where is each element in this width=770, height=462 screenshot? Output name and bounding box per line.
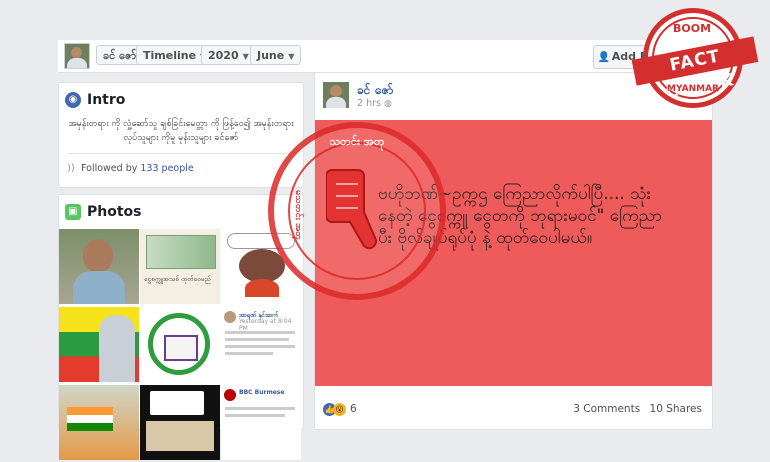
reaction-count[interactable]: 6 <box>350 403 357 415</box>
divider <box>67 153 295 154</box>
photos-heading-label: Photos <box>87 204 142 220</box>
add-person-icon: 👤 <box>597 52 611 63</box>
shares-link[interactable]: 10 Shares <box>650 403 702 415</box>
year-dropdown[interactable]: 2020 ▼ <box>201 45 256 65</box>
caret-down-icon: ▼ <box>242 52 249 61</box>
followed-prefix: Followed by <box>81 163 138 174</box>
photo-thumbnail-flag[interactable] <box>59 307 139 382</box>
ballot-box-image <box>164 335 198 361</box>
caret-down-icon: ▼ <box>288 52 295 61</box>
public-globe-icon: ◍ <box>383 99 392 109</box>
text-line <box>225 338 289 341</box>
intro-bio: အမုန်းတရား ကို လှုံ့ဆော်သူ ချစ်ခြင်းမေတ္… <box>68 119 294 143</box>
globe-icon: ◉ <box>65 92 81 108</box>
photo-caption: ငွေစက္ကူအသစ် ထုတ်ဝေမည် <box>144 275 211 283</box>
post-timestamp[interactable]: 2 hrs ◍ <box>357 98 392 109</box>
avatar[interactable] <box>323 82 349 108</box>
photo-thumbnail-logo[interactable] <box>140 307 220 382</box>
photo-thumbnail-crowd[interactable] <box>59 385 139 460</box>
profile-name-label: ခင် ဇော် <box>103 49 137 62</box>
post-time-label: 2 hrs <box>357 98 381 109</box>
post-time: Yesterday at 8:04 PM <box>239 318 292 332</box>
followed-by: )) Followed by 133 people <box>67 163 194 174</box>
photos-heading: ▣ Photos <box>65 204 142 220</box>
text-line <box>225 331 295 334</box>
fire-image <box>245 279 279 297</box>
text-line <box>225 352 273 355</box>
fact-check-badge: BOOM FACT CHECK MYANMAR <box>631 8 759 116</box>
text-line <box>225 407 295 410</box>
thumbs-down-icon <box>326 169 378 250</box>
banknote-image <box>146 235 216 269</box>
photo-icon: ▣ <box>65 204 81 220</box>
intro-heading-label: Intro <box>87 92 126 108</box>
fake-news-stamp: သတင်း အတု မသတင်း အတု <box>268 122 446 300</box>
avatar[interactable] <box>64 43 90 69</box>
month-label: June <box>257 49 285 62</box>
text-line <box>225 414 285 417</box>
rss-icon: )) <box>67 163 75 174</box>
bbc-logo-icon <box>224 389 236 401</box>
post-author: BBC Burmese <box>239 389 285 396</box>
photo-thumbnail-post[interactable]: အာရုဏ် နှင်းဆက် Yesterday at 8:04 PM <box>221 307 301 382</box>
photos-card: ▣ Photos ငွေစက္ကူအသစ် ထုတ်ဝေမည် အာရုဏ် နှ… <box>58 194 304 460</box>
followers-link[interactable]: 133 people <box>140 163 193 174</box>
year-label: 2020 <box>208 49 239 62</box>
text-line <box>225 345 295 348</box>
comments-link[interactable]: 3 Comments <box>573 403 640 415</box>
stamp-top-text: သတင်း အတု <box>329 135 385 148</box>
avatar <box>224 311 236 323</box>
wow-reaction-icon[interactable]: 😮 <box>333 402 346 416</box>
image-panel <box>146 421 214 451</box>
badge-region: MYANMAR <box>667 84 719 94</box>
photo-thumbnail-banknote[interactable]: ငွေစက္ကူအသစ် ထုတ်ဝေမည် <box>140 229 220 304</box>
photo-thumbnail-portrait[interactable] <box>59 229 139 304</box>
stamp-side-text: မသတင်း အတု <box>293 190 303 241</box>
pot-image <box>239 249 285 283</box>
text-panel <box>150 391 204 415</box>
intro-card: ◉ Intro အမုန်းတရား ကို လှုံ့ဆော်သူ ချစ်ခြ… <box>58 82 304 188</box>
photo-thumbnail-bbc[interactable]: BBC Burmese <box>221 385 301 460</box>
profile-timeline-bar: ခင် ဇော် Timeline▼ 2020▼ June▼ 👤Add Frie… <box>58 40 713 73</box>
photo-thumbnail-dark[interactable] <box>140 385 220 460</box>
boom-logo-text: BOOM <box>673 22 712 35</box>
post-footer: 👍😮 6 3 Comments 10 Shares <box>323 399 704 419</box>
intro-heading: ◉ Intro <box>65 92 125 108</box>
timeline-label: Timeline <box>143 49 197 62</box>
month-dropdown[interactable]: June ▼ <box>250 45 302 65</box>
